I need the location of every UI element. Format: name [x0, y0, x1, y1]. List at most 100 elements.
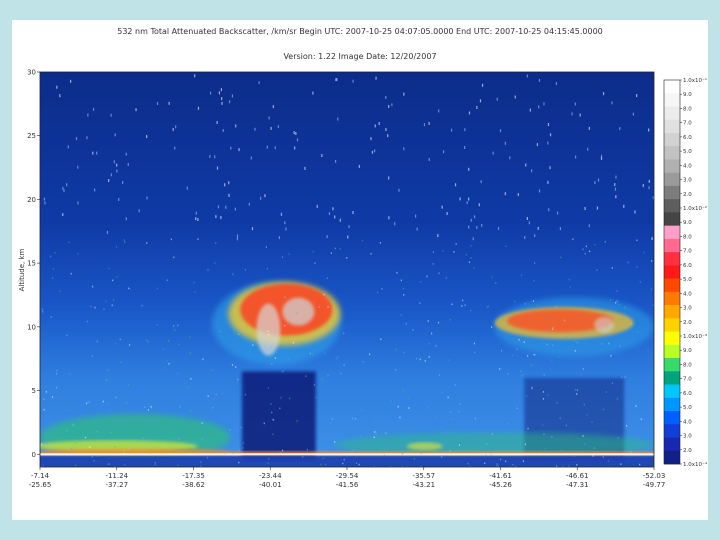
speckle	[173, 256, 175, 259]
speckle	[112, 279, 114, 282]
speckle	[45, 390, 47, 393]
speckle	[479, 99, 482, 103]
speckle	[555, 305, 557, 308]
speckle	[228, 181, 230, 185]
speckle	[572, 238, 574, 241]
colorbar-label: 2.0	[683, 192, 692, 198]
speckle	[259, 196, 262, 200]
speckle	[517, 193, 519, 197]
speckle	[146, 196, 148, 200]
speckle	[105, 300, 107, 303]
speckle	[235, 366, 237, 368]
speckle	[523, 341, 525, 343]
speckle	[107, 369, 109, 372]
speckle	[63, 189, 65, 193]
speckle	[105, 379, 108, 381]
speckle	[490, 453, 492, 456]
speckle	[499, 368, 501, 370]
speckle	[334, 159, 337, 163]
speckle	[287, 340, 289, 342]
speckle	[109, 409, 111, 412]
speckle	[492, 151, 494, 155]
speckle	[549, 166, 551, 170]
colorbar-swatch	[664, 397, 680, 412]
speckle	[465, 253, 467, 256]
speckle	[538, 450, 540, 452]
speckle	[352, 417, 354, 420]
speckle	[537, 226, 539, 230]
speckle	[91, 455, 93, 458]
speckle	[481, 223, 483, 227]
speckle	[96, 151, 98, 155]
speckle	[559, 417, 561, 420]
speckle	[172, 127, 174, 131]
speckle	[270, 403, 272, 405]
speckle	[114, 445, 116, 448]
speckle	[268, 457, 270, 460]
speckle	[497, 226, 500, 230]
y-tick-label: 5	[32, 387, 36, 395]
speckle	[241, 447, 244, 449]
speckle	[565, 336, 568, 338]
speckle	[522, 460, 525, 462]
aerosol-yellow-patch	[406, 442, 443, 451]
speckle	[271, 363, 273, 365]
speckle	[374, 124, 376, 128]
speckle	[235, 124, 237, 128]
speckle	[584, 252, 586, 255]
speckle	[435, 416, 438, 419]
speckle	[449, 319, 451, 321]
speckle	[547, 394, 549, 397]
speckle	[328, 212, 331, 216]
speckle	[270, 345, 273, 348]
speckle	[383, 454, 385, 456]
speckle	[524, 302, 526, 305]
speckle	[400, 279, 402, 282]
speckle	[212, 406, 214, 409]
speckle	[284, 296, 286, 299]
speckle	[84, 436, 87, 439]
speckle	[141, 304, 143, 307]
colorbar-label: 1.0x10⁻⁴	[683, 461, 708, 468]
speckle	[194, 443, 196, 446]
speckle	[552, 344, 554, 347]
speckle	[114, 133, 116, 137]
speckle	[373, 420, 375, 423]
colorbar-swatch	[664, 252, 680, 266]
speckle	[458, 410, 460, 413]
speckle	[321, 378, 323, 381]
speckle	[94, 306, 96, 309]
speckle	[468, 261, 471, 264]
speckle	[512, 464, 514, 466]
speckle	[499, 458, 502, 461]
colorbar-label: 3.0	[683, 178, 692, 184]
speckle	[385, 128, 387, 132]
speckle	[325, 463, 327, 466]
speckle	[334, 301, 336, 303]
speckle	[461, 305, 463, 307]
speckle	[373, 149, 376, 153]
speckle	[209, 91, 212, 95]
speckle	[219, 330, 221, 333]
speckle	[150, 406, 152, 408]
speckle	[605, 391, 607, 393]
speckle	[576, 393, 578, 395]
speckle	[416, 227, 418, 231]
speckle	[376, 291, 379, 294]
y-tick-label: 15	[27, 260, 36, 268]
speckle	[458, 444, 461, 446]
speckle	[544, 447, 546, 450]
speckle	[216, 166, 219, 170]
figure-frame: 532 nm Total Attenuated Backscatter, /km…	[12, 20, 708, 520]
speckle	[419, 358, 421, 361]
speckle	[118, 197, 120, 201]
speckle	[312, 250, 314, 253]
speckle	[505, 460, 507, 463]
speckle	[322, 457, 324, 460]
speckle	[621, 376, 623, 379]
speckle	[274, 146, 276, 150]
speckle	[636, 239, 638, 242]
speckle	[75, 442, 77, 444]
speckle	[108, 463, 110, 465]
speckle	[113, 160, 115, 164]
